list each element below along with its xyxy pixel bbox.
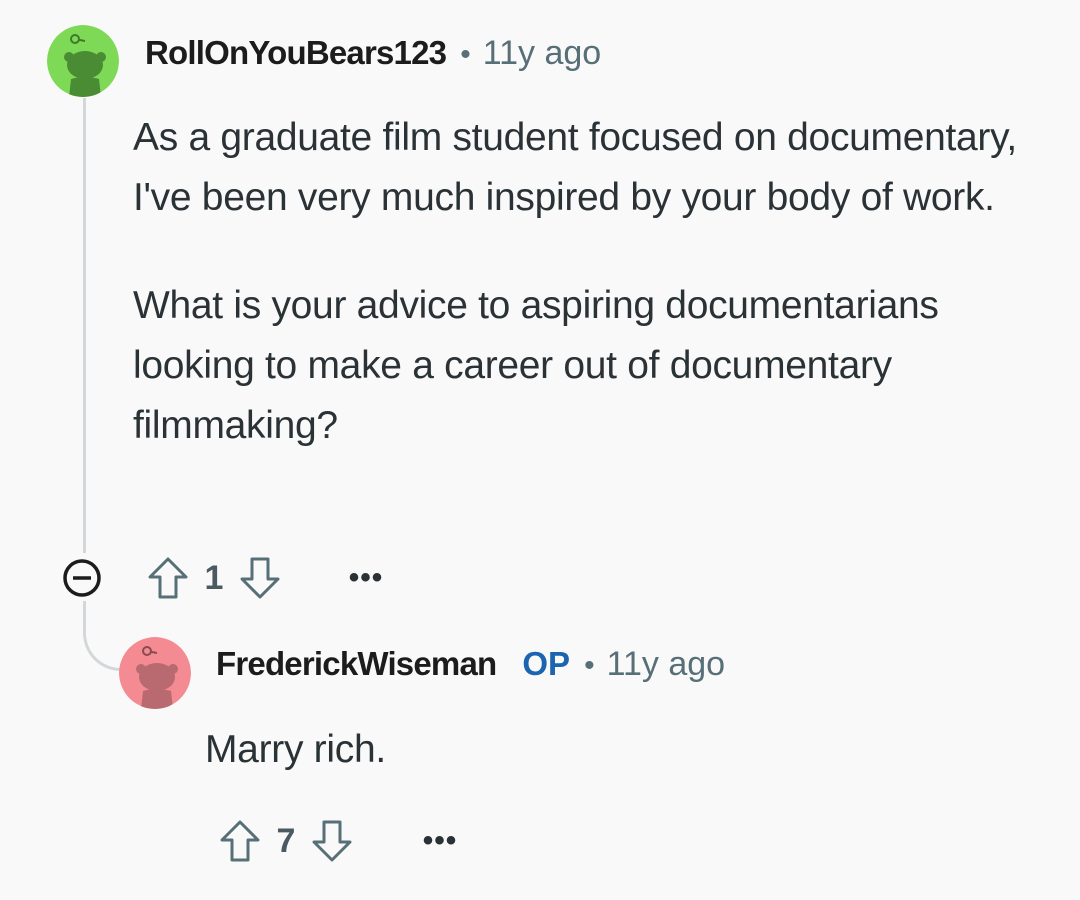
- upvote-arrow-icon: [148, 557, 188, 599]
- collapse-button[interactable]: [58, 554, 106, 602]
- comment-thread: RollOnYouBears123 • 11y ago As a graduat…: [0, 0, 1080, 900]
- reply-body: Marry rich.: [205, 720, 1005, 780]
- comment-paragraph: As a graduate film student focused on do…: [133, 116, 1017, 219]
- vote-count: 7: [276, 821, 296, 860]
- op-badge: OP: [522, 645, 571, 682]
- upvote-button[interactable]: [144, 553, 192, 603]
- downvote-button[interactable]: [236, 553, 284, 603]
- comment-paragraph: What is your advice to aspiring document…: [133, 284, 939, 447]
- vote-count: 1: [204, 558, 224, 597]
- thread-line[interactable]: [83, 98, 86, 553]
- username[interactable]: FrederickWiseman: [216, 645, 497, 683]
- reply-header: FrederickWiseman OP • 11y ago: [216, 645, 725, 689]
- separator-dot: •: [584, 649, 595, 682]
- more-dots-icon: •••: [422, 824, 458, 857]
- user-avatar[interactable]: [119, 637, 191, 709]
- timestamp[interactable]: 11y ago: [483, 34, 601, 73]
- reply-actions: 7 •••: [216, 815, 460, 867]
- reply-paragraph: Marry rich.: [205, 728, 386, 771]
- upvote-arrow-icon: [220, 820, 260, 862]
- upvote-button[interactable]: [216, 816, 264, 866]
- username[interactable]: RollOnYouBears123: [145, 34, 447, 72]
- more-options-button[interactable]: •••: [420, 821, 460, 861]
- user-avatar[interactable]: [47, 25, 119, 97]
- snoo-avatar-icon: [47, 25, 119, 97]
- collapse-minus-icon: [63, 559, 101, 597]
- downvote-arrow-icon: [312, 820, 352, 862]
- thread-connector: [83, 601, 123, 671]
- downvote-arrow-icon: [240, 557, 280, 599]
- snoo-avatar-icon: [119, 637, 191, 709]
- more-options-button[interactable]: •••: [346, 558, 386, 598]
- separator-dot: •: [460, 38, 471, 71]
- comment-body: As a graduate film student focused on do…: [133, 108, 1053, 456]
- downvote-button[interactable]: [308, 816, 356, 866]
- comment-actions: 1 •••: [58, 553, 386, 603]
- comment-header: RollOnYouBears123 • 11y ago: [145, 34, 601, 78]
- timestamp[interactable]: 11y ago: [607, 645, 725, 684]
- more-dots-icon: •••: [348, 561, 384, 594]
